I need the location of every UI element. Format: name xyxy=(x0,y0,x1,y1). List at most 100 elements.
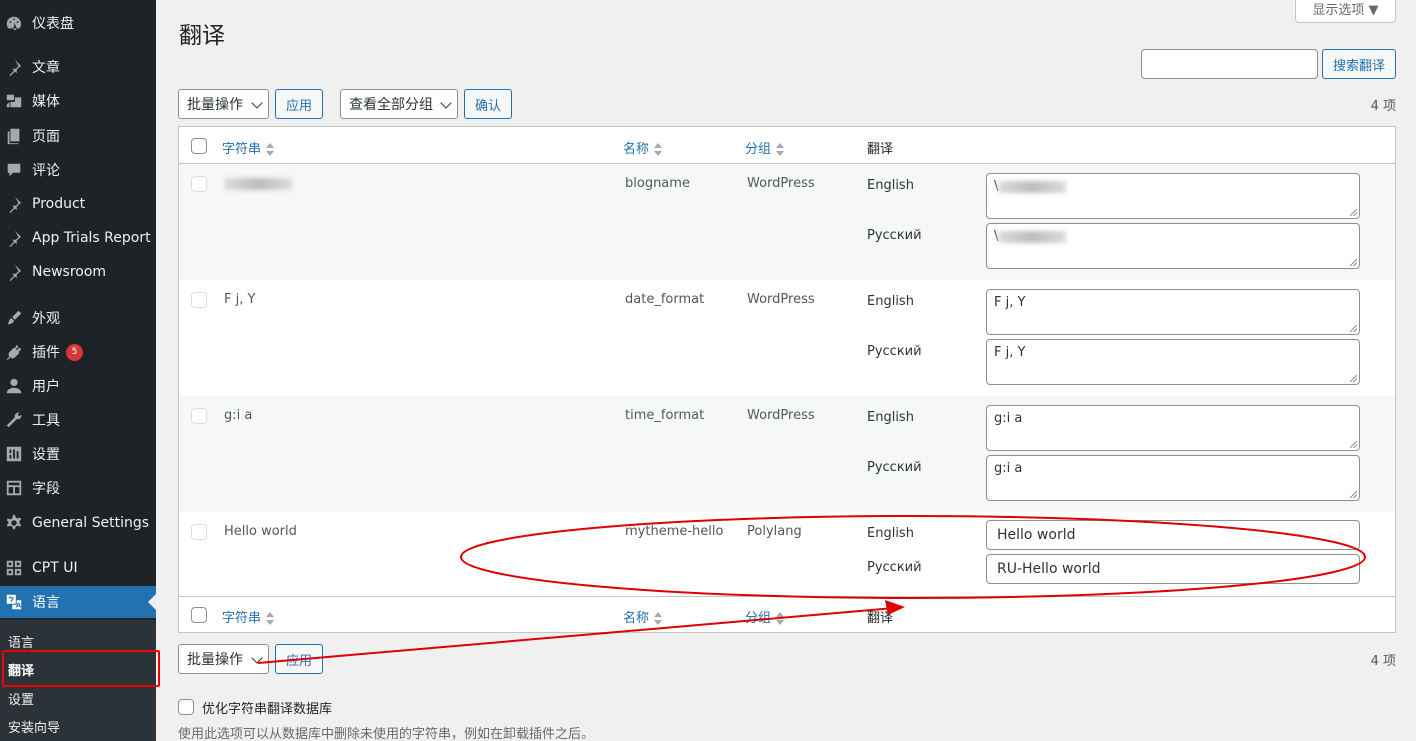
sort-icon xyxy=(654,142,663,157)
apply-button[interactable]: 应用 xyxy=(275,89,323,119)
name-cell: date_format xyxy=(625,292,705,307)
item-count-bottom: 4 项 xyxy=(1370,654,1396,669)
translate-icon xyxy=(4,592,24,612)
sidebar-item-plugins[interactable]: 插件 5 xyxy=(0,336,156,368)
language-label: English xyxy=(867,178,914,193)
sidebar-item-newsroom[interactable]: Newsroom xyxy=(0,256,156,288)
row-checkbox[interactable] xyxy=(191,292,207,308)
sidebar-item-fields[interactable]: 字段 xyxy=(0,472,156,504)
sort-icon xyxy=(654,611,663,626)
sidebar-item-label: 评论 xyxy=(32,163,60,179)
column-header-group[interactable]: 分组 xyxy=(745,607,785,626)
sidebar-item-product[interactable]: Product xyxy=(0,188,156,220)
pin-icon xyxy=(4,228,24,248)
bulk-action-value: 批量操作 xyxy=(187,97,243,113)
screen-options-button[interactable]: 显示选项 ▼ xyxy=(1295,0,1396,23)
name-cell: mytheme-hello xyxy=(625,524,724,539)
search-input[interactable] xyxy=(1141,49,1318,79)
sidebar-item-languages[interactable]: 语言 xyxy=(0,586,156,618)
submenu-item-settings[interactable]: 设置 xyxy=(8,689,34,708)
table-header: 字符串 名称 分组 翻译 xyxy=(179,127,1395,164)
translation-input[interactable]: RU-Hello world xyxy=(986,554,1360,584)
clean-database-description: 使用此选项可以从数据库中删除未使用的字符串，例如在卸载插件之后。 xyxy=(178,727,595,741)
row-checkbox[interactable] xyxy=(191,408,207,424)
translation-textarea[interactable]: F j, Y xyxy=(986,289,1360,335)
confirm-filter-button[interactable]: 确认 xyxy=(464,89,512,119)
column-header-string[interactable]: 字符串 xyxy=(222,607,275,626)
apply-button-bottom[interactable]: 应用 xyxy=(275,644,323,674)
group-filter-select[interactable]: 查看全部分组 xyxy=(340,89,458,119)
sidebar-item-tools[interactable]: 工具 xyxy=(0,404,156,436)
column-label: 名称 xyxy=(623,611,650,626)
sidebar-item-users[interactable]: 用户 xyxy=(0,370,156,402)
item-count: 4 项 xyxy=(1370,99,1396,114)
sidebar-item-label: 文章 xyxy=(32,60,60,76)
translation-input[interactable]: Hello world xyxy=(986,520,1360,550)
chevron-down-icon xyxy=(251,652,263,664)
clean-database-label[interactable]: 优化字符串翻译数据库 xyxy=(202,698,332,717)
tools-icon xyxy=(4,410,24,430)
media-icon xyxy=(4,91,24,111)
string-cell xyxy=(224,176,292,191)
sidebar-item-media[interactable]: 媒体 xyxy=(0,85,156,117)
sidebar-item-general-settings[interactable]: General Settings xyxy=(0,507,156,539)
select-all-checkbox[interactable] xyxy=(191,138,207,154)
string-cell: Hello world xyxy=(224,524,297,539)
row-checkbox[interactable] xyxy=(191,524,207,540)
column-header-name[interactable]: 名称 xyxy=(623,607,663,626)
bulk-action-select[interactable]: 批量操作 xyxy=(178,89,269,119)
sidebar-item-appearance[interactable]: 外观 xyxy=(0,302,156,334)
sort-icon xyxy=(776,611,785,626)
group-cell: WordPress xyxy=(747,408,815,423)
translation-textarea[interactable]: F j, Y xyxy=(986,339,1360,385)
sidebar-item-label: 仪表盘 xyxy=(32,16,74,32)
sort-icon xyxy=(266,142,275,157)
submenu-item-languages[interactable]: 语言 xyxy=(8,632,34,651)
language-label: Русский xyxy=(867,460,922,475)
sidebar-item-settings[interactable]: 设置 xyxy=(0,438,156,470)
sidebar-item-cpt-ui[interactable]: CPT UI xyxy=(0,552,156,584)
language-label: Русский xyxy=(867,228,922,243)
column-header-group[interactable]: 分组 xyxy=(745,138,785,157)
sidebar-item-posts[interactable]: 文章 xyxy=(0,51,156,83)
translation-textarea[interactable]: \ xyxy=(986,223,1360,269)
sidebar-item-comments[interactable]: 评论 xyxy=(0,154,156,186)
language-label: English xyxy=(867,526,914,541)
chevron-down-icon xyxy=(251,97,263,109)
row-checkbox[interactable] xyxy=(191,176,207,192)
sidebar-item-pages[interactable]: 页面 xyxy=(0,120,156,152)
translation-textarea[interactable]: \ xyxy=(986,173,1360,219)
table-row: g:i a time_format WordPress English g:i … xyxy=(179,396,1395,512)
column-header-name[interactable]: 名称 xyxy=(623,138,663,157)
admin-sidebar: 仪表盘 文章 媒体 页面 评论 Product App Trials Repor… xyxy=(0,0,160,741)
bulk-action-select-bottom[interactable]: 批量操作 xyxy=(178,644,269,674)
translation-textarea[interactable]: g:i a xyxy=(986,405,1360,451)
group-cell: WordPress xyxy=(747,292,815,307)
sidebar-item-label: Newsroom xyxy=(32,264,107,280)
sidebar-item-app-trials-report[interactable]: App Trials Report xyxy=(0,222,156,254)
clean-database-checkbox[interactable] xyxy=(178,699,194,715)
sidebar-item-label: General Settings xyxy=(32,515,150,531)
language-label: English xyxy=(867,410,914,425)
sidebar-item-label: App Trials Report xyxy=(32,230,151,246)
dashboard-icon xyxy=(4,13,24,33)
translation-textarea[interactable]: g:i a xyxy=(986,455,1360,501)
column-label: 分组 xyxy=(745,142,772,157)
redacted-text xyxy=(224,177,292,190)
main-content: 翻译 显示选项 ▼ 搜索翻译 批量操作 应用 查看全部分组 确认 4 项 字符串… xyxy=(156,0,1416,741)
strings-table: 字符串 名称 分组 翻译 blogname WordPress English … xyxy=(178,126,1396,633)
submenu-item-setup-wizard[interactable]: 安装向导 xyxy=(8,717,60,736)
column-label: 分组 xyxy=(745,611,772,626)
column-header-string[interactable]: 字符串 xyxy=(222,138,275,157)
user-icon xyxy=(4,376,24,396)
search-translations-button[interactable]: 搜索翻译 xyxy=(1322,49,1396,79)
group-filter-value: 查看全部分组 xyxy=(349,97,433,113)
sidebar-item-label: 工具 xyxy=(32,413,60,429)
redacted-text xyxy=(998,180,1067,193)
plugin-update-badge: 5 xyxy=(66,343,83,361)
redacted-text xyxy=(998,230,1067,243)
table-row: Hello world mytheme-hello Polylang Engli… xyxy=(179,512,1395,596)
sidebar-item-dashboard[interactable]: 仪表盘 xyxy=(0,7,156,39)
page-icon xyxy=(4,126,24,146)
select-all-checkbox[interactable] xyxy=(191,607,207,623)
